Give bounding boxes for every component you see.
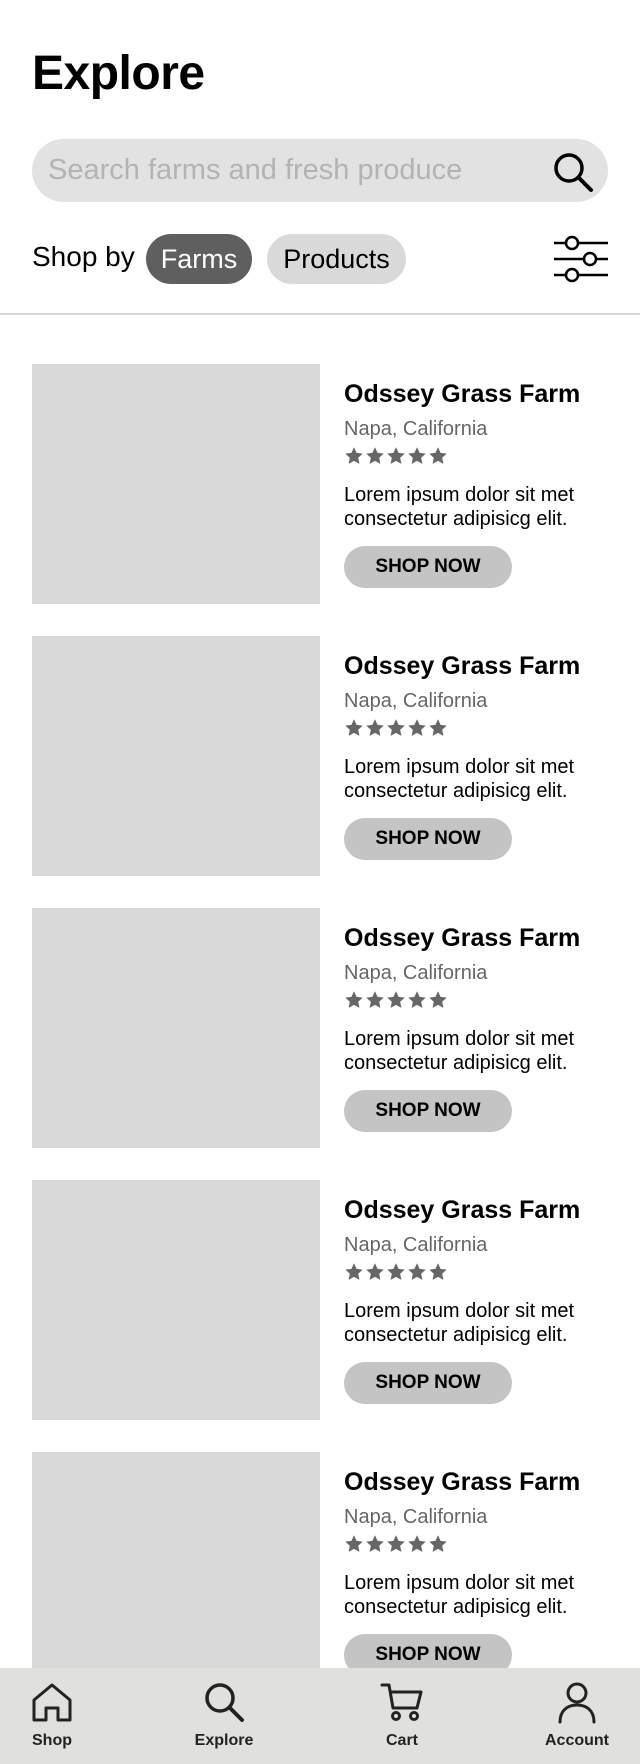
page-title: Explore — [32, 47, 205, 100]
nav-item-cart[interactable]: Cart — [347, 1680, 457, 1760]
farm-name[interactable]: Odssey Grass Farm — [344, 1196, 580, 1225]
farm-rating — [344, 718, 448, 740]
farm-card[interactable]: Odssey Grass Farm Napa, California Lorem… — [0, 364, 640, 604]
search-input[interactable] — [48, 139, 548, 202]
search-icon — [205, 1683, 244, 1722]
farm-location: Napa, California — [344, 1506, 488, 1528]
sliders-icon — [554, 235, 608, 283]
nav-item-shop[interactable]: Shop — [0, 1680, 107, 1760]
farm-description: Lorem ipsum dolor sit met consectetur ad… — [344, 756, 575, 802]
star-icon — [429, 1263, 447, 1280]
nav-label: Account — [545, 1732, 609, 1749]
farm-card[interactable]: Odssey Grass Farm Napa, California Lorem… — [0, 1180, 640, 1420]
farm-description: Lorem ipsum dolor sit met consectetur ad… — [344, 1572, 575, 1618]
farm-image[interactable] — [32, 1452, 320, 1692]
farm-location: Napa, California — [344, 962, 488, 984]
star-icon — [345, 1263, 363, 1280]
star-icon — [345, 991, 363, 1008]
star-icon — [429, 1535, 447, 1552]
chip-products[interactable]: Products — [267, 234, 406, 284]
star-icon — [366, 1535, 384, 1552]
chip-farms[interactable]: Farms — [146, 234, 252, 284]
farm-card[interactable]: Odssey Grass Farm Napa, California Lorem… — [0, 1452, 640, 1692]
shop-now-button[interactable]: SHOP NOW — [344, 1090, 512, 1132]
farm-image[interactable] — [32, 636, 320, 876]
farm-name[interactable]: Odssey Grass Farm — [344, 380, 580, 409]
farm-name[interactable]: Odssey Grass Farm — [344, 652, 580, 681]
star-icon — [387, 1535, 405, 1552]
star-icon — [408, 719, 426, 736]
star-icon — [408, 991, 426, 1008]
farm-image[interactable] — [32, 364, 320, 604]
farm-location: Napa, California — [344, 1234, 488, 1256]
farm-card[interactable]: Odssey Grass Farm Napa, California Lorem… — [0, 636, 640, 876]
shop-now-button[interactable]: SHOP NOW — [344, 1362, 512, 1404]
star-icon — [345, 719, 363, 736]
star-icon — [387, 1263, 405, 1280]
farm-name[interactable]: Odssey Grass Farm — [344, 924, 580, 953]
farm-rating — [344, 990, 448, 1012]
search-icon — [554, 153, 593, 192]
farm-location: Napa, California — [344, 418, 488, 440]
star-icon — [408, 1263, 426, 1280]
star-icon — [387, 447, 405, 464]
nav-item-account[interactable]: Account — [522, 1680, 632, 1760]
star-icon — [408, 447, 426, 464]
star-icon — [387, 991, 405, 1008]
farm-rating — [344, 446, 448, 468]
bottom-nav: Shop Explore Cart Account — [0, 1668, 640, 1764]
star-icon — [429, 991, 447, 1008]
farm-rating — [344, 1262, 448, 1284]
star-icon — [366, 447, 384, 464]
farm-card[interactable]: Odssey Grass Farm Napa, California Lorem… — [0, 908, 640, 1148]
shop-by-label: Shop by — [32, 241, 135, 272]
search-button[interactable] — [552, 151, 594, 193]
farm-description: Lorem ipsum dolor sit met consectetur ad… — [344, 484, 575, 530]
shop-now-button[interactable]: SHOP NOW — [344, 546, 512, 588]
farm-image[interactable] — [32, 1180, 320, 1420]
divider — [0, 313, 640, 315]
search-bar — [32, 139, 608, 202]
farm-image[interactable] — [32, 908, 320, 1148]
star-icon — [429, 719, 447, 736]
star-icon — [366, 991, 384, 1008]
farm-description: Lorem ipsum dolor sit met consectetur ad… — [344, 1028, 575, 1074]
nav-label: Explore — [194, 1732, 254, 1749]
farm-rating — [344, 1534, 448, 1556]
farm-description: Lorem ipsum dolor sit met consectetur ad… — [344, 1300, 575, 1346]
farm-name[interactable]: Odssey Grass Farm — [344, 1468, 580, 1497]
filter-button[interactable] — [554, 234, 608, 284]
star-icon — [345, 1535, 363, 1552]
nav-label: Cart — [385, 1732, 418, 1749]
star-icon — [345, 447, 363, 464]
nav-label: Shop — [32, 1732, 72, 1749]
star-icon — [387, 719, 405, 736]
star-icon — [408, 1535, 426, 1552]
home-icon — [32, 1683, 72, 1722]
cart-icon — [380, 1683, 423, 1721]
nav-item-explore[interactable]: Explore — [169, 1680, 279, 1760]
star-icon — [366, 1263, 384, 1280]
star-icon — [429, 447, 447, 464]
user-icon — [558, 1682, 596, 1724]
star-icon — [366, 719, 384, 736]
farm-location: Napa, California — [344, 690, 488, 712]
shop-now-button[interactable]: SHOP NOW — [344, 818, 512, 860]
